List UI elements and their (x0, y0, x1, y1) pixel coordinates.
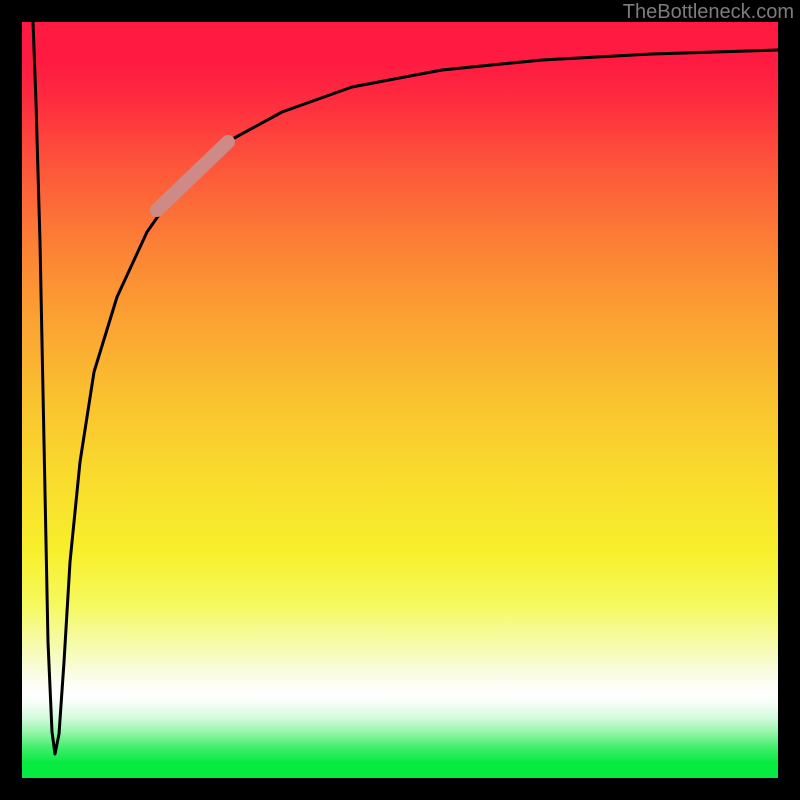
bottleneck-curve (33, 22, 778, 754)
watermark-text: TheBottleneck.com (623, 2, 794, 22)
curve-layer (22, 22, 778, 778)
highlight-segment (157, 142, 228, 210)
chart-canvas: TheBottleneck.com (0, 0, 800, 800)
